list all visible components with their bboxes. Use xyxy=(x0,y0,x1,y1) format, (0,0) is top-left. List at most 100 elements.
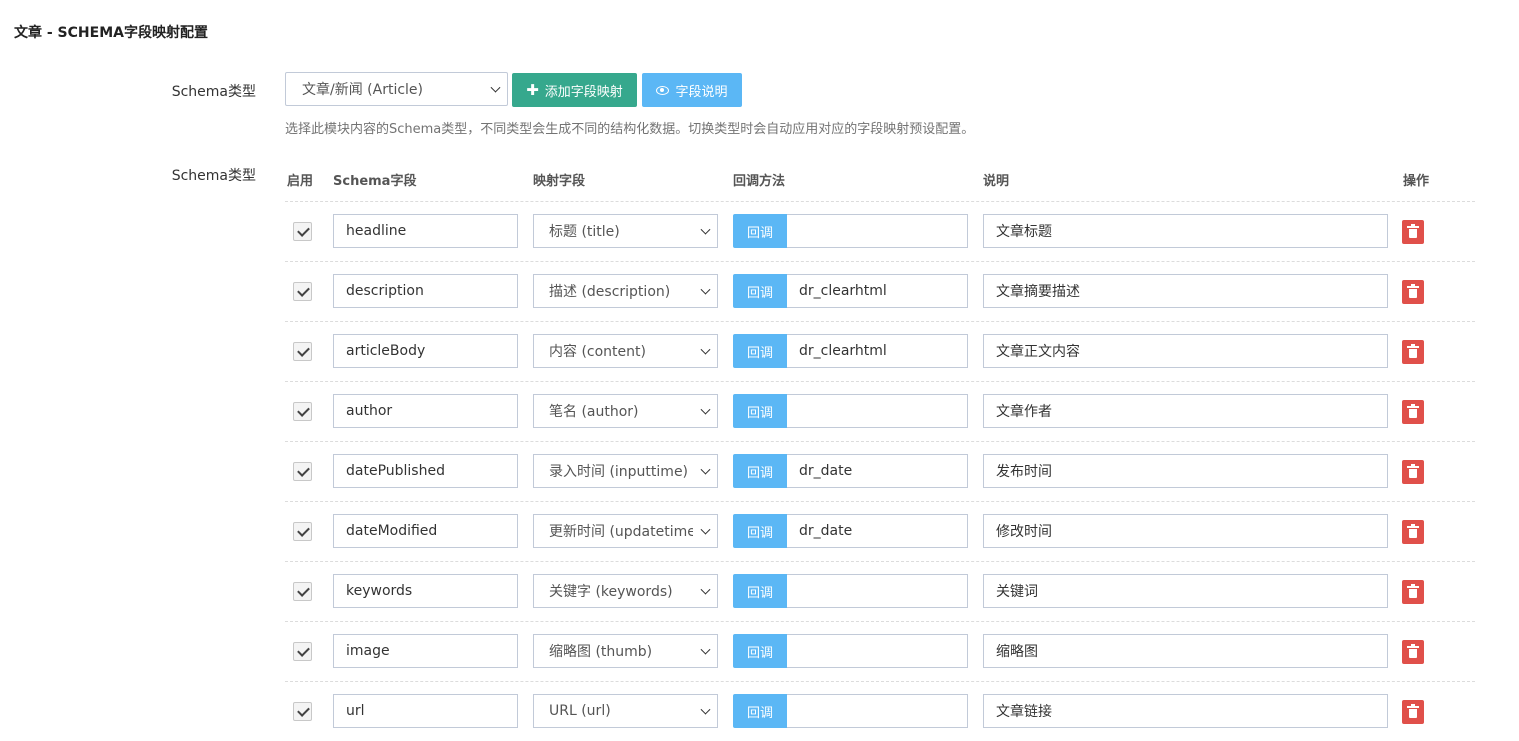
enable-checkbox[interactable] xyxy=(293,642,312,661)
schema-field-input[interactable]: dateModified xyxy=(333,514,518,548)
callback-input[interactable]: dr_date xyxy=(787,454,968,488)
schema-field-input[interactable]: url xyxy=(333,694,518,728)
table-row: headline 标题 (title) 回调 文章标题 xyxy=(285,201,1475,261)
callback-button[interactable]: 回调 xyxy=(733,634,787,668)
mapped-field-value: 录入时间 (inputtime) xyxy=(549,464,689,480)
mapped-field-select[interactable]: 更新时间 (updatetime) xyxy=(533,514,718,548)
delete-row-button[interactable] xyxy=(1402,340,1424,364)
callback-input[interactable]: dr_clearhtml xyxy=(787,274,968,308)
mapped-field-select[interactable]: 标题 (title) xyxy=(533,214,718,248)
schema-field-input[interactable]: description xyxy=(333,274,518,308)
delete-row-button[interactable] xyxy=(1402,460,1424,484)
callback-group: 回调 dr_clearhtml xyxy=(733,274,968,308)
header-schema-field: Schema字段 xyxy=(333,174,417,189)
page-title: 文章 - SCHEMA字段映射配置 xyxy=(14,25,208,41)
header-description: 说明 xyxy=(983,174,1010,189)
callback-input[interactable] xyxy=(787,574,968,608)
delete-row-button[interactable] xyxy=(1402,220,1424,244)
table-row: articleBody 内容 (content) 回调 dr_clearhtml 文章正… xyxy=(285,321,1475,381)
callback-button[interactable]: 回调 xyxy=(733,214,787,248)
table-row: datePublished 录入时间 (inputtime) 回调 dr_date 发布… xyxy=(285,441,1475,501)
callback-button[interactable]: 回调 xyxy=(733,334,787,368)
delete-row-button[interactable] xyxy=(1402,700,1424,724)
delete-row-button[interactable] xyxy=(1402,400,1424,424)
callback-input[interactable] xyxy=(787,394,968,428)
mapped-field-select[interactable]: 缩略图 (thumb) xyxy=(533,634,718,668)
callback-button[interactable]: 回调 xyxy=(733,454,787,488)
mapped-field-select[interactable]: 笔名 (author) xyxy=(533,394,718,428)
trash-icon xyxy=(1407,584,1419,598)
enable-checkbox[interactable] xyxy=(293,342,312,361)
schema-type-help-text: 选择此模块内容的Schema类型，不同类型会生成不同的结构化数据。切换类型时会自… xyxy=(285,122,975,137)
chevron-down-icon xyxy=(700,644,711,655)
chevron-down-icon xyxy=(700,404,711,415)
mapped-field-select[interactable]: URL (url) xyxy=(533,694,718,728)
schema-field-input[interactable]: author xyxy=(333,394,518,428)
enable-checkbox[interactable] xyxy=(293,582,312,601)
mapped-field-select[interactable]: 录入时间 (inputtime) xyxy=(533,454,718,488)
description-input[interactable]: 修改时间 xyxy=(983,514,1388,548)
trash-icon xyxy=(1407,644,1419,658)
schema-type-select[interactable]: 文章/新闻 (Article) xyxy=(285,72,508,106)
callback-group: 回调 dr_date xyxy=(733,514,968,548)
description-input[interactable]: 文章标题 xyxy=(983,214,1388,248)
chevron-down-icon xyxy=(700,524,711,535)
callback-input[interactable] xyxy=(787,214,968,248)
chevron-down-icon xyxy=(700,344,711,355)
callback-button[interactable]: 回调 xyxy=(733,274,787,308)
callback-button[interactable]: 回调 xyxy=(733,694,787,728)
add-field-mapping-button[interactable]: ✚ 添加字段映射 xyxy=(512,73,637,107)
schema-field-input[interactable]: keywords xyxy=(333,574,518,608)
callback-button[interactable]: 回调 xyxy=(733,394,787,428)
callback-input[interactable]: dr_clearhtml xyxy=(787,334,968,368)
callback-button[interactable]: 回调 xyxy=(733,574,787,608)
mapped-field-select[interactable]: 描述 (description) xyxy=(533,274,718,308)
trash-icon xyxy=(1407,224,1419,238)
description-input[interactable]: 缩略图 xyxy=(983,634,1388,668)
mapped-field-select[interactable]: 内容 (content) xyxy=(533,334,718,368)
schema-field-input[interactable]: headline xyxy=(333,214,518,248)
table-row: description 描述 (description) 回调 dr_clearhtm… xyxy=(285,261,1475,321)
header-action: 操作 xyxy=(1403,174,1430,189)
delete-row-button[interactable] xyxy=(1402,280,1424,304)
chevron-down-icon xyxy=(700,284,711,295)
table-row: image 缩略图 (thumb) 回调 缩略图 xyxy=(285,621,1475,681)
description-input[interactable]: 关键词 xyxy=(983,574,1388,608)
enable-checkbox[interactable] xyxy=(293,282,312,301)
schema-field-input[interactable]: articleBody xyxy=(333,334,518,368)
mapped-field-select[interactable]: 关键字 (keywords) xyxy=(533,574,718,608)
description-input[interactable]: 文章摘要描述 xyxy=(983,274,1388,308)
callback-button[interactable]: 回调 xyxy=(733,514,787,548)
callback-input[interactable] xyxy=(787,634,968,668)
enable-checkbox[interactable] xyxy=(293,522,312,541)
mapped-field-value: 标题 (title) xyxy=(549,224,620,240)
enable-checkbox[interactable] xyxy=(293,222,312,241)
chevron-down-icon xyxy=(700,584,711,595)
callback-input[interactable] xyxy=(787,694,968,728)
trash-icon xyxy=(1407,404,1419,418)
enable-checkbox[interactable] xyxy=(293,702,312,721)
table-row: dateModified 更新时间 (updatetime) 回调 dr_date 修改… xyxy=(285,501,1475,561)
description-input[interactable]: 发布时间 xyxy=(983,454,1388,488)
description-input[interactable]: 文章作者 xyxy=(983,394,1388,428)
delete-row-button[interactable] xyxy=(1402,580,1424,604)
delete-row-button[interactable] xyxy=(1402,520,1424,544)
trash-icon xyxy=(1407,284,1419,298)
chevron-down-icon xyxy=(700,224,711,235)
callback-group: 回调 xyxy=(733,214,968,248)
callback-input[interactable]: dr_date xyxy=(787,514,968,548)
field-help-button[interactable]: 字段说明 xyxy=(642,73,742,107)
schema-field-input[interactable]: datePublished xyxy=(333,454,518,488)
callback-group: 回调 dr_date xyxy=(733,454,968,488)
enable-checkbox[interactable] xyxy=(293,462,312,481)
delete-row-button[interactable] xyxy=(1402,640,1424,664)
schema-field-input[interactable]: image xyxy=(333,634,518,668)
callback-group: 回调 xyxy=(733,634,968,668)
description-input[interactable]: 文章正文内容 xyxy=(983,334,1388,368)
callback-group: 回调 xyxy=(733,574,968,608)
chevron-down-icon xyxy=(700,704,711,715)
enable-checkbox[interactable] xyxy=(293,402,312,421)
mapped-field-value: 缩略图 (thumb) xyxy=(549,644,653,660)
eye-icon xyxy=(656,85,670,95)
description-input[interactable]: 文章链接 xyxy=(983,694,1388,728)
